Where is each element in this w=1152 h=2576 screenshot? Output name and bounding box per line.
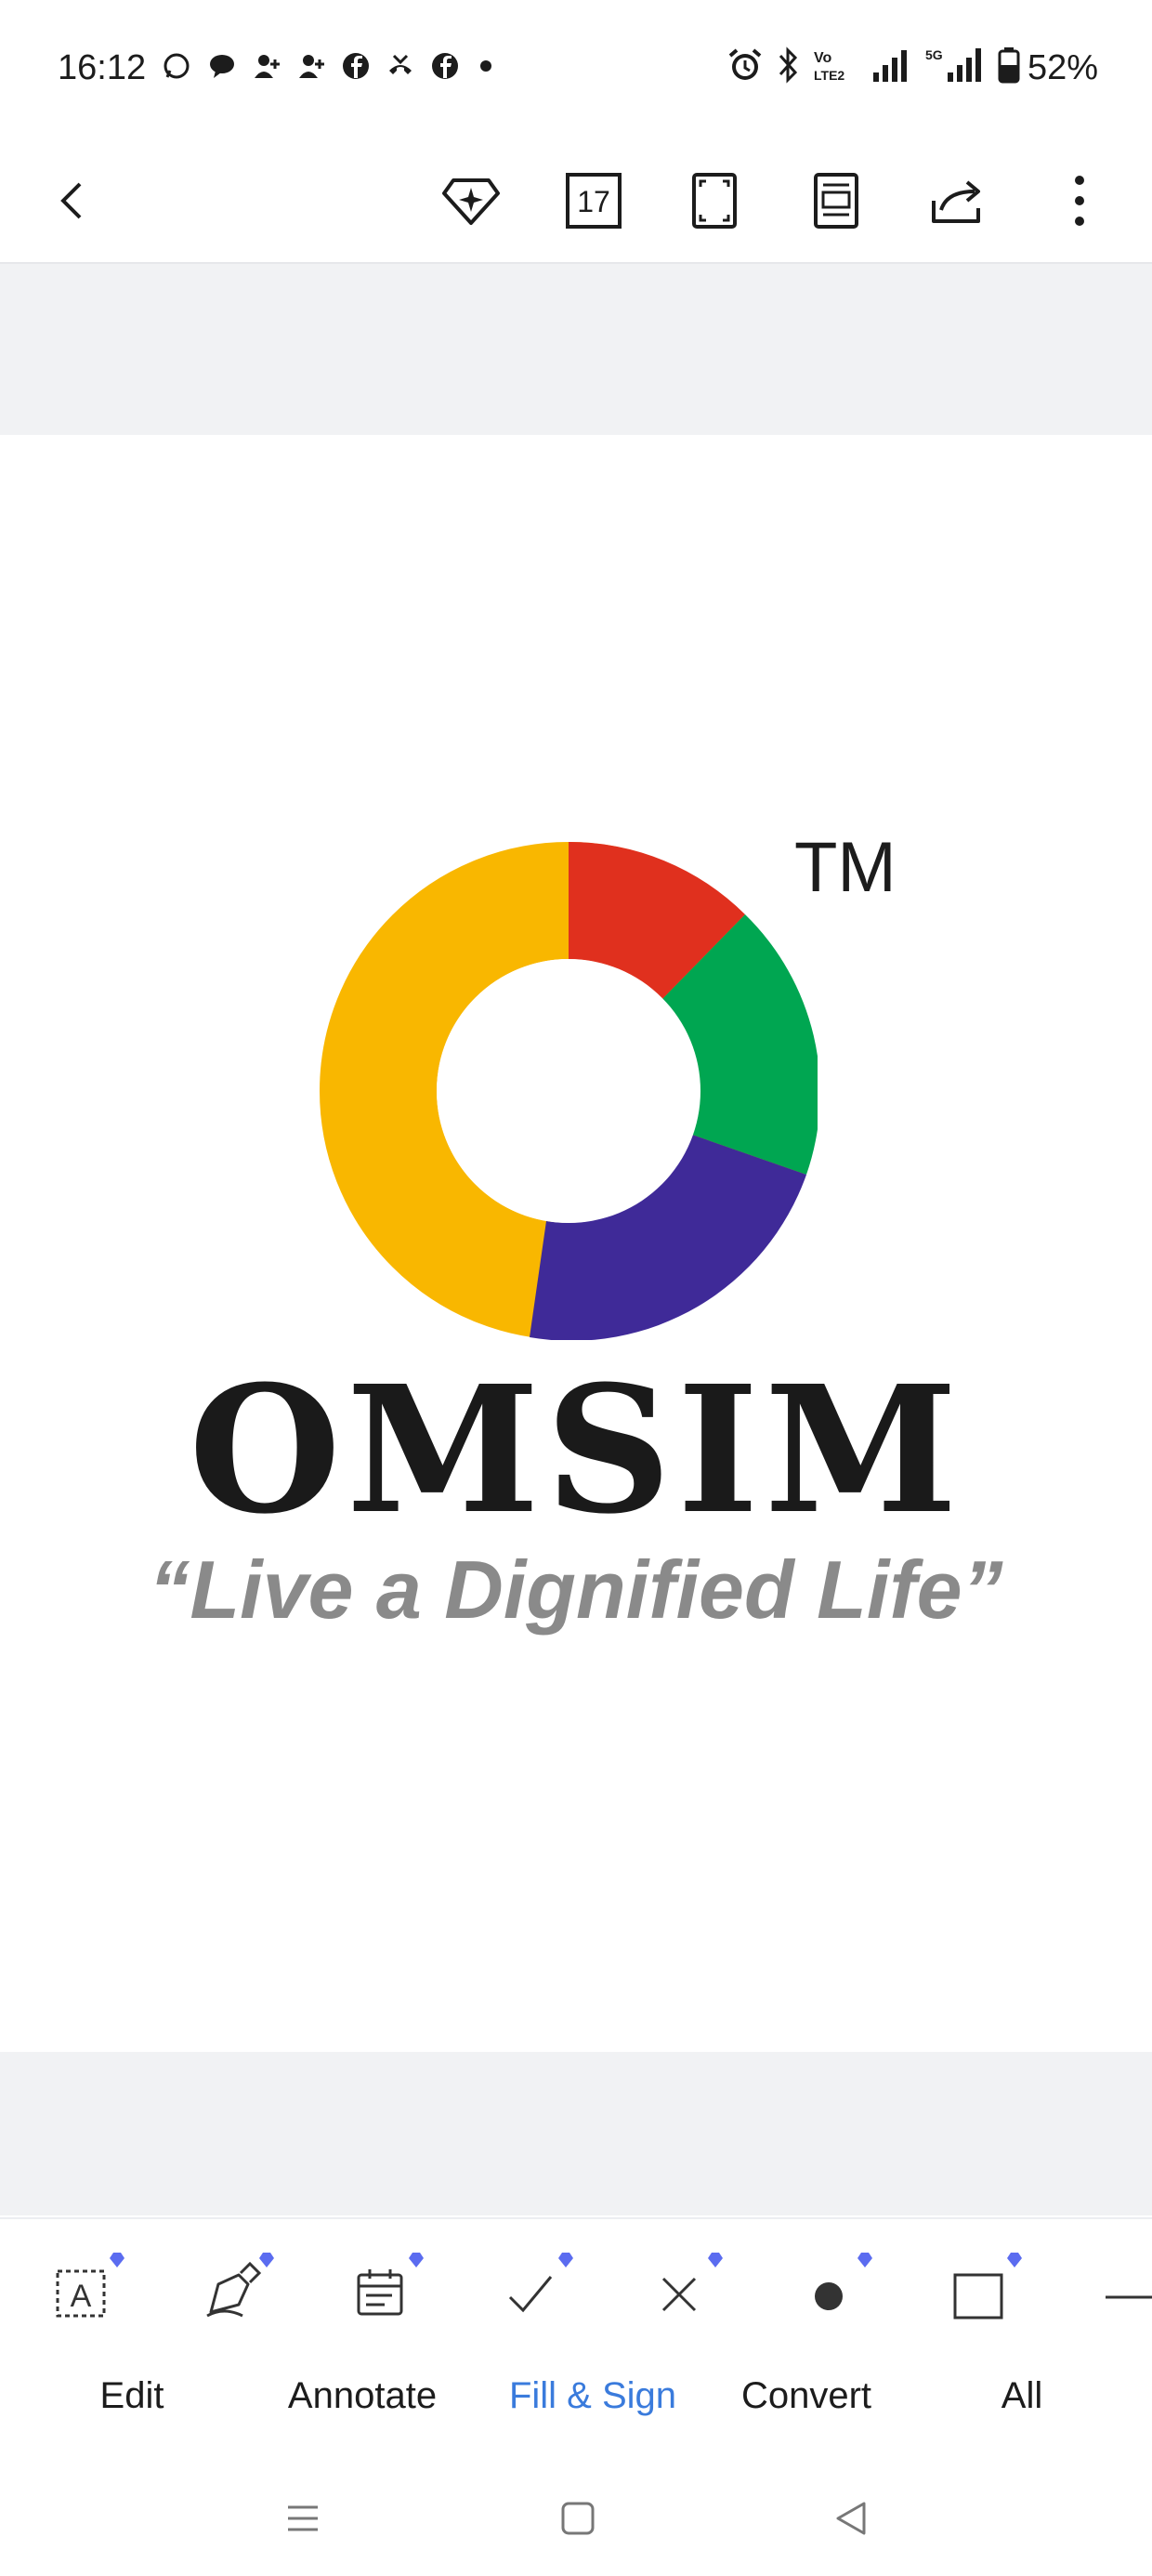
fill-sign-tool-strip: A (0, 2217, 1152, 2342)
back-triangle-icon (836, 2502, 866, 2535)
recent-apps-button[interactable] (275, 2491, 331, 2546)
dot-icon (815, 2253, 872, 2310)
add-contact-icon (255, 55, 280, 78)
checkmark-tool[interactable] (486, 2241, 575, 2325)
share-icon (932, 180, 980, 223)
battery-icon (998, 47, 1020, 84)
document-background-top (0, 264, 1152, 435)
tab-annotate[interactable]: Annotate (274, 2375, 451, 2417)
alarm-icon (728, 48, 762, 80)
add-contact-icon-2 (299, 55, 324, 78)
recent-apps-icon (288, 2505, 318, 2531)
page-view-icon (814, 173, 858, 229)
text-box-icon: A (56, 2253, 124, 2318)
trademark-symbol: TM (794, 828, 897, 907)
logo-center (437, 959, 700, 1223)
facebook-icon (343, 53, 369, 79)
volte-icon: Vo LTE2 (814, 50, 844, 83)
whatsapp-icon (164, 53, 190, 79)
rectangle-tool[interactable] (935, 2241, 1024, 2325)
bluetooth-icon (779, 46, 798, 84)
system-navigation-bar (0, 2463, 1152, 2576)
fullscreen-button[interactable] (675, 162, 753, 240)
tab-fill-sign[interactable]: Fill & Sign (491, 2375, 695, 2417)
tab-edit[interactable]: Edit (67, 2375, 197, 2417)
fullscreen-icon (692, 173, 737, 229)
missed-call-icon (389, 54, 412, 74)
line-icon (1106, 2295, 1152, 2299)
back-arrow-icon (60, 182, 82, 219)
tab-convert[interactable]: Convert (723, 2375, 890, 2417)
pen-nib-icon (206, 2253, 274, 2318)
cross-icon (661, 2253, 723, 2312)
premium-gem-icon (442, 178, 500, 225)
status-time: 16:12 (58, 48, 147, 87)
home-button[interactable] (550, 2491, 606, 2546)
battery-percentage: 52% (1027, 48, 1098, 87)
line-tool[interactable] (1087, 2241, 1152, 2325)
top-toolbar: 17 (0, 139, 1152, 264)
status-bar: 16:12 Vo LTE2 5G 52% (0, 0, 1152, 139)
dot-tool[interactable] (785, 2241, 874, 2325)
svg-text:5G: 5G (925, 47, 943, 62)
share-button[interactable] (919, 162, 997, 240)
svg-text:A: A (71, 2279, 92, 2314)
bottom-tab-bar: Edit Annotate Fill & Sign Convert All (0, 2340, 1152, 2461)
cross-tool[interactable] (635, 2241, 725, 2325)
svg-text:Vo: Vo (814, 50, 831, 66)
brand-name: OMSIM (189, 1347, 963, 1553)
5g-signal-icon: 5G (925, 47, 981, 82)
premium-button[interactable] (432, 162, 510, 240)
page-count-button[interactable]: 17 (555, 162, 633, 240)
facebook-icon-2 (432, 53, 458, 79)
more-options-button[interactable] (1041, 162, 1119, 240)
omsim-logo-segments (437, 842, 818, 1340)
signature-tool[interactable] (187, 2241, 276, 2325)
square-icon (953, 2253, 1022, 2320)
signal-icon (873, 50, 907, 82)
document-background-bottom (0, 2052, 1152, 2215)
tab-all[interactable]: All (966, 2375, 1078, 2417)
page-count-label: 17 (577, 185, 610, 218)
svg-text:LTE2: LTE2 (814, 68, 844, 83)
text-field-tool[interactable]: A (37, 2241, 126, 2325)
home-icon (561, 2502, 595, 2535)
more-vertical-icon (1075, 176, 1084, 226)
view-mode-button[interactable] (797, 162, 875, 240)
calendar-icon (357, 2253, 424, 2316)
brand-tagline: “Live a Dignified Life” (149, 1544, 1003, 1636)
back-button[interactable] (33, 162, 111, 240)
date-tool[interactable] (336, 2241, 425, 2325)
system-back-button[interactable] (823, 2491, 879, 2546)
more-notifications-dot-icon (480, 60, 491, 72)
chat-icon (210, 55, 234, 78)
checkmark-icon (508, 2253, 573, 2313)
